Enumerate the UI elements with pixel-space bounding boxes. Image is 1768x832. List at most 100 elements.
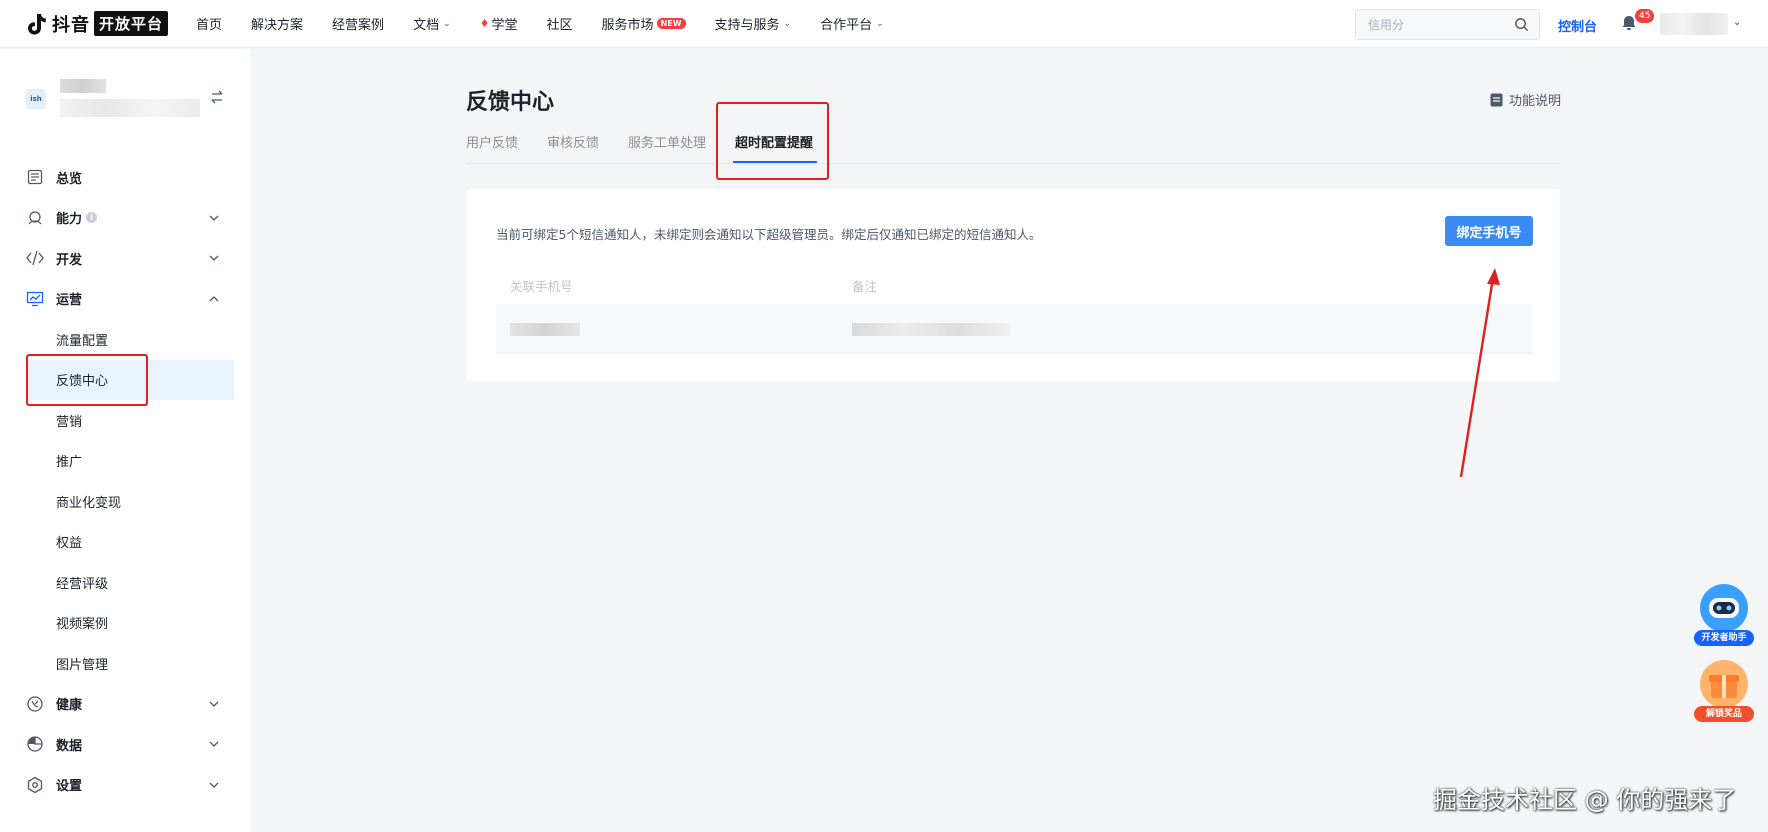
user-avatar-blurred[interactable] (1660, 13, 1728, 35)
feature-help-link[interactable]: 功能说明 (1490, 90, 1561, 109)
sidebar-subitem-label: 经营评级 (56, 576, 109, 592)
nav-label: 经营案例 (332, 18, 385, 33)
column-header-phone: 关联手机号 (510, 279, 573, 294)
phone-value-blurred (510, 323, 580, 336)
sidebar-subitem-image-manage[interactable]: 图片管理 (0, 643, 250, 684)
chevron-down-icon: ⌄ (783, 18, 792, 29)
sidebar-subitem-label: 视频案例 (56, 617, 109, 633)
sidebar-item-settings[interactable]: 设置 (0, 765, 250, 806)
nav-label: 服务市场 (601, 18, 654, 33)
sidebar-item-label: 能力 (56, 212, 83, 228)
app-id-blurred (60, 99, 200, 117)
tab-review-feedback[interactable]: 审核反馈 (547, 132, 599, 151)
switch-app-icon[interactable] (209, 89, 225, 105)
search-box (1355, 9, 1540, 40)
nav-partner[interactable]: 合作平台 ⌄ (820, 14, 884, 33)
douyin-note-icon (26, 12, 48, 36)
health-icon (26, 695, 44, 713)
sidebar-subitem-label: 权益 (56, 536, 83, 552)
sidebar-subitem-label: 商业化变现 (56, 495, 122, 511)
sidebar-subitem-rating[interactable]: 经营评级 (0, 562, 250, 603)
console-link[interactable]: 控制台 (1558, 16, 1597, 35)
search-input[interactable] (1368, 17, 1508, 32)
reward-label: 解锁奖品 (1694, 706, 1754, 722)
developer-assistant-widget[interactable]: 开发者助手 (1693, 580, 1755, 646)
chevron-up-icon (209, 295, 219, 301)
overview-icon (26, 168, 44, 186)
info-icon[interactable]: i (86, 212, 98, 224)
phone-table: 关联手机号 备注 (496, 264, 1532, 354)
sidebar-subitem-label: 图片管理 (56, 657, 109, 673)
tab-service-ticket[interactable]: 服务工单处理 (628, 132, 706, 151)
column-header-remark: 备注 (852, 279, 878, 294)
document-icon (1490, 93, 1503, 106)
sidebar-menu: 总览 能力 i 开发 运营 流量配置 反馈中心 营销 推广 商业化变现 权益 经… (0, 157, 250, 805)
assistant-label: 开发者助手 (1694, 630, 1754, 646)
help-label: 功能说明 (1509, 94, 1562, 109)
sidebar-item-label: 健康 (56, 698, 83, 714)
nav-community[interactable]: 社区 (547, 14, 573, 33)
nav-support[interactable]: 支持与服务 ⌄ (715, 14, 792, 33)
main-nav: 首页 解决方案 经营案例 文档 ⌄ ♦ 学堂 社区 服务市场 NEW 支持与服务 ⌄ 合… (196, 0, 913, 48)
chevron-down-icon: ⌄ (443, 18, 451, 29)
gift-icon (1700, 660, 1748, 708)
nav-cases[interactable]: 经营案例 (332, 14, 384, 33)
flame-icon: ♦ (479, 17, 490, 30)
sidebar-subitem-video-cases[interactable]: 视频案例 (0, 603, 250, 644)
sidebar-item-label: 设置 (56, 779, 83, 795)
highlight-box-sidebar (26, 354, 148, 406)
sidebar-item-label: 数据 (56, 738, 83, 754)
table-row[interactable] (496, 304, 1532, 354)
sidebar-item-operation[interactable]: 运营 (0, 279, 250, 320)
app-selector[interactable]: ish (26, 79, 236, 125)
operation-icon (26, 290, 44, 308)
unlock-reward-widget[interactable]: 解锁奖品 (1693, 656, 1755, 722)
chevron-down-icon: ⌄ (876, 18, 884, 29)
table-header: 关联手机号 备注 (496, 264, 1532, 300)
sidebar-item-ability[interactable]: 能力 i (0, 198, 250, 239)
logo-text: 抖音 (52, 14, 90, 36)
chevron-down-icon (209, 215, 219, 221)
bind-phone-button[interactable]: 绑定手机号 (1445, 216, 1533, 246)
douyin-open-platform-logo[interactable]: 抖音 开放平台 (26, 0, 169, 48)
sidebar-subitem-marketing[interactable]: 营销 (0, 400, 250, 441)
nav-label: 合作平台 (820, 18, 873, 33)
sidebar-subitem-label: 推广 (56, 455, 83, 471)
new-badge: NEW (656, 18, 686, 29)
logo-box-text: 开放平台 (94, 11, 169, 36)
sidebar-subitem-monetization[interactable]: 商业化变现 (0, 481, 250, 522)
nav-academy[interactable]: ♦ 学堂 (480, 14, 518, 33)
watermark: 掘金技术社区 @ 你的强来了 (1433, 786, 1737, 814)
remark-value-blurred (852, 323, 1010, 336)
sidebar-subitem-label: 流量配置 (56, 333, 109, 349)
sidebar-subitem-rights[interactable]: 权益 (0, 522, 250, 563)
sidebar-item-health[interactable]: 健康 (0, 684, 250, 725)
sidebar-item-overview[interactable]: 总览 (0, 157, 250, 198)
sidebar-item-develop[interactable]: 开发 (0, 238, 250, 279)
nav-service-market[interactable]: 服务市场 NEW (602, 14, 686, 33)
tab-bar: 用户反馈 审核反馈 服务工单处理 超时配置提醒 (466, 124, 1560, 164)
robot-icon (1700, 584, 1748, 632)
nav-home[interactable]: 首页 (196, 14, 222, 33)
highlight-box-tab (716, 102, 829, 180)
tab-user-feedback[interactable]: 用户反馈 (466, 132, 518, 151)
nav-label: 文档 (413, 18, 440, 33)
nav-label: 解决方案 (251, 18, 304, 33)
app-avatar: ish (26, 89, 46, 109)
chevron-down-icon (209, 701, 219, 707)
sidebar-subitem-promotion[interactable]: 推广 (0, 441, 250, 482)
search-icon[interactable] (1514, 17, 1529, 32)
chevron-down-icon[interactable]: ⌄ (1733, 17, 1741, 28)
page-title: 反馈中心 (466, 90, 555, 115)
chevron-down-icon (209, 255, 219, 261)
nav-docs[interactable]: 文档 ⌄ (413, 14, 451, 33)
chevron-down-icon (209, 741, 219, 747)
data-icon (26, 735, 44, 753)
sidebar-item-data[interactable]: 数据 (0, 724, 250, 765)
sidebar-item-label: 运营 (56, 293, 83, 309)
app-name-blurred (60, 79, 106, 93)
timeout-config-card: 当前可绑定5个短信通知人，未绑定则会通知以下超级管理员。绑定后仅通知已绑定的短信… (466, 189, 1560, 381)
code-icon (26, 249, 44, 267)
chevron-down-icon (209, 782, 219, 788)
nav-solutions[interactable]: 解决方案 (251, 14, 303, 33)
